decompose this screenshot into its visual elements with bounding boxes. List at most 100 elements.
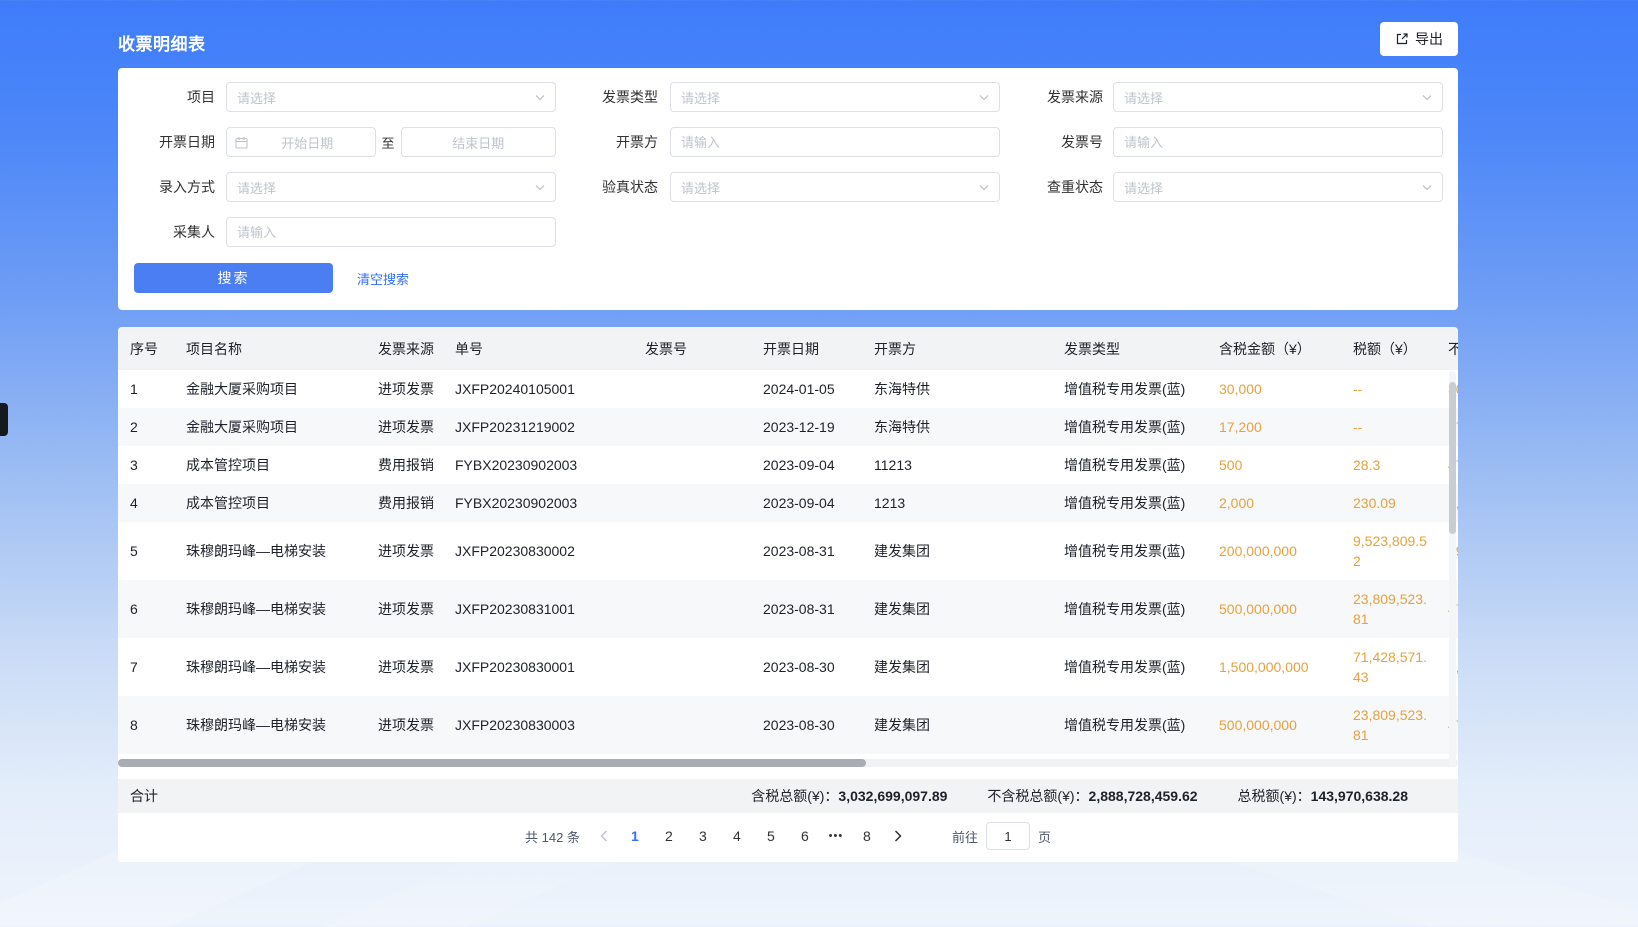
column-header: 开票日期: [751, 327, 862, 370]
table-row[interactable]: 8珠穆朗玛峰—电梯安装进项发票JXFP202308300032023-08-30…: [118, 696, 1458, 754]
next-page-button[interactable]: [884, 822, 912, 850]
table-row[interactable]: 4成本管控项目费用报销FYBX202309020032023-09-041213…: [118, 484, 1458, 522]
last-page-button[interactable]: 8: [853, 822, 881, 850]
column-header: 发票来源: [366, 327, 443, 370]
search-button[interactable]: 搜索: [134, 263, 333, 293]
column-header: 项目名称: [174, 327, 366, 370]
page-title: 收票明细表: [118, 30, 206, 55]
table-cell: JXFP20230830001: [443, 638, 633, 696]
table-cell: 2024-01-05: [751, 370, 862, 408]
table-row[interactable]: 1金融大厦采购项目进项发票JXFP202401050012024-01-05东海…: [118, 370, 1458, 408]
issuer-label: 开票方: [568, 132, 658, 152]
table-cell: 2023-12-19: [751, 408, 862, 446]
table-cell: 进项发票: [366, 522, 443, 580]
page-button[interactable]: 4: [723, 822, 751, 850]
page-button[interactable]: 3: [689, 822, 717, 850]
clear-search-link[interactable]: 清空搜索: [357, 269, 409, 288]
table-cell: 7: [118, 638, 174, 696]
goto-label: 前往: [952, 827, 978, 846]
table-cell: 珠穆朗玛峰—电梯安装: [174, 580, 366, 638]
table-cell: 2023-08-31: [751, 522, 862, 580]
table-cell: 增值税专用发票(蓝): [1052, 696, 1207, 754]
table-cell: 8: [118, 696, 174, 754]
table-card: 序号项目名称发票来源单号发票号开票日期开票方发票类型含税金额（¥）税额（¥）不含…: [118, 327, 1458, 862]
page-button[interactable]: 2: [655, 822, 683, 850]
table-cell: 4: [118, 484, 174, 522]
invoice-type-select[interactable]: 请选择: [670, 82, 1000, 112]
chevron-down-icon: [979, 184, 989, 191]
prev-page-button[interactable]: [590, 822, 618, 850]
table-row[interactable]: 6珠穆朗玛峰—电梯安装进项发票JXFP202308310012023-08-31…: [118, 580, 1458, 638]
page-ellipsis[interactable]: •••: [822, 822, 850, 850]
end-date-input[interactable]: 结束日期: [401, 127, 556, 157]
table-cell: 1213: [862, 484, 1052, 522]
page-button[interactable]: 5: [757, 822, 785, 850]
table-cell: 增值税专用发票(蓝): [1052, 522, 1207, 580]
table-cell: JXFP20240105001: [443, 370, 633, 408]
horizontal-scrollbar-thumb[interactable]: [118, 759, 866, 767]
page-list: 123456: [618, 822, 822, 850]
invoice-table: 序号项目名称发票来源单号发票号开票日期开票方发票类型含税金额（¥）税额（¥）不含…: [118, 327, 1458, 754]
table-cell: 珠穆朗玛峰—电梯安装: [174, 638, 366, 696]
page-button[interactable]: 6: [791, 822, 819, 850]
table-cell: 建发集团: [862, 638, 1052, 696]
goto-page-input[interactable]: [986, 822, 1030, 850]
entry-method-select[interactable]: 请选择: [226, 172, 556, 202]
dup-status-select[interactable]: 请选择: [1113, 172, 1443, 202]
table-cell: 3: [118, 446, 174, 484]
project-select[interactable]: 请选择: [226, 82, 556, 112]
table-cell: [633, 638, 751, 696]
horizontal-scrollbar[interactable]: [118, 759, 1458, 767]
table-cell: JXFP20231219002: [443, 408, 633, 446]
table-cell: 进项发票: [366, 580, 443, 638]
page-button[interactable]: 1: [621, 822, 649, 850]
table-cell: 2023-08-30: [751, 696, 862, 754]
entry-method-label: 录入方式: [134, 177, 215, 197]
table-cell: 东海特供: [862, 408, 1052, 446]
chevron-down-icon: [535, 184, 545, 191]
start-date-input[interactable]: 开始日期: [226, 127, 376, 157]
table-cell: 建发集团: [862, 522, 1052, 580]
table-cell: 23,809,523.81: [1341, 580, 1436, 638]
top-bar: 收票明细表 导出: [118, 0, 1458, 68]
table-cell: 进项发票: [366, 696, 443, 754]
table-cell: 金融大厦采购项目: [174, 408, 366, 446]
invoice-no-label: 发票号: [1012, 132, 1103, 152]
verify-status-label: 验真状态: [568, 177, 658, 197]
table-row[interactable]: 2金融大厦采购项目进项发票JXFP202312190022023-12-19东海…: [118, 408, 1458, 446]
column-header: 开票方: [862, 327, 1052, 370]
table-cell: 2: [118, 408, 174, 446]
issuer-input[interactable]: [670, 127, 1000, 157]
invoice-source-label: 发票来源: [1012, 87, 1103, 107]
table-row[interactable]: 5珠穆朗玛峰—电梯安装进项发票JXFP202308300022023-08-31…: [118, 522, 1458, 580]
column-header: 含税金额（¥）: [1207, 327, 1341, 370]
table-cell: 费用报销: [366, 484, 443, 522]
table-cell: 费用报销: [366, 446, 443, 484]
filter-panel: 项目 请选择 发票类型 请选择 发票来源 请选择: [118, 68, 1458, 310]
table-row[interactable]: 3成本管控项目费用报销FYBX202309020032023-09-041121…: [118, 446, 1458, 484]
table-cell: 增值税专用发票(蓝): [1052, 446, 1207, 484]
side-drawer-handle[interactable]: [0, 403, 8, 436]
table-viewport: 序号项目名称发票来源单号发票号开票日期开票方发票类型含税金额（¥）税额（¥）不含…: [118, 327, 1458, 754]
invoice-source-select[interactable]: 请选择: [1113, 82, 1443, 112]
chevron-down-icon: [1422, 184, 1432, 191]
verify-status-select[interactable]: 请选择: [670, 172, 1000, 202]
table-cell: 成本管控项目: [174, 484, 366, 522]
total-excl-tax: 不含税总额(¥)：2,888,728,459.62: [987, 786, 1197, 806]
vertical-scrollbar-thumb[interactable]: [1449, 382, 1456, 534]
table-cell: [633, 484, 751, 522]
collector-input[interactable]: [226, 217, 556, 247]
table-cell: 建发集团: [862, 696, 1052, 754]
table-cell: 增值税专用发票(蓝): [1052, 408, 1207, 446]
invoice-no-input[interactable]: [1113, 127, 1443, 157]
export-button[interactable]: 导出: [1380, 22, 1458, 56]
pagination: 共 142 条 123456 ••• 8 前往 页: [118, 819, 1458, 853]
table-cell: JXFP20230830003: [443, 696, 633, 754]
total-count: 共 142 条: [525, 827, 580, 846]
table-cell: 23,809,523.81: [1341, 696, 1436, 754]
chevron-down-icon: [535, 94, 545, 101]
table-cell: 进项发票: [366, 638, 443, 696]
table-cell: 9,523,809.52: [1341, 522, 1436, 580]
table-row[interactable]: 7珠穆朗玛峰—电梯安装进项发票JXFP202308300012023-08-30…: [118, 638, 1458, 696]
column-header: 税额（¥）: [1341, 327, 1436, 370]
